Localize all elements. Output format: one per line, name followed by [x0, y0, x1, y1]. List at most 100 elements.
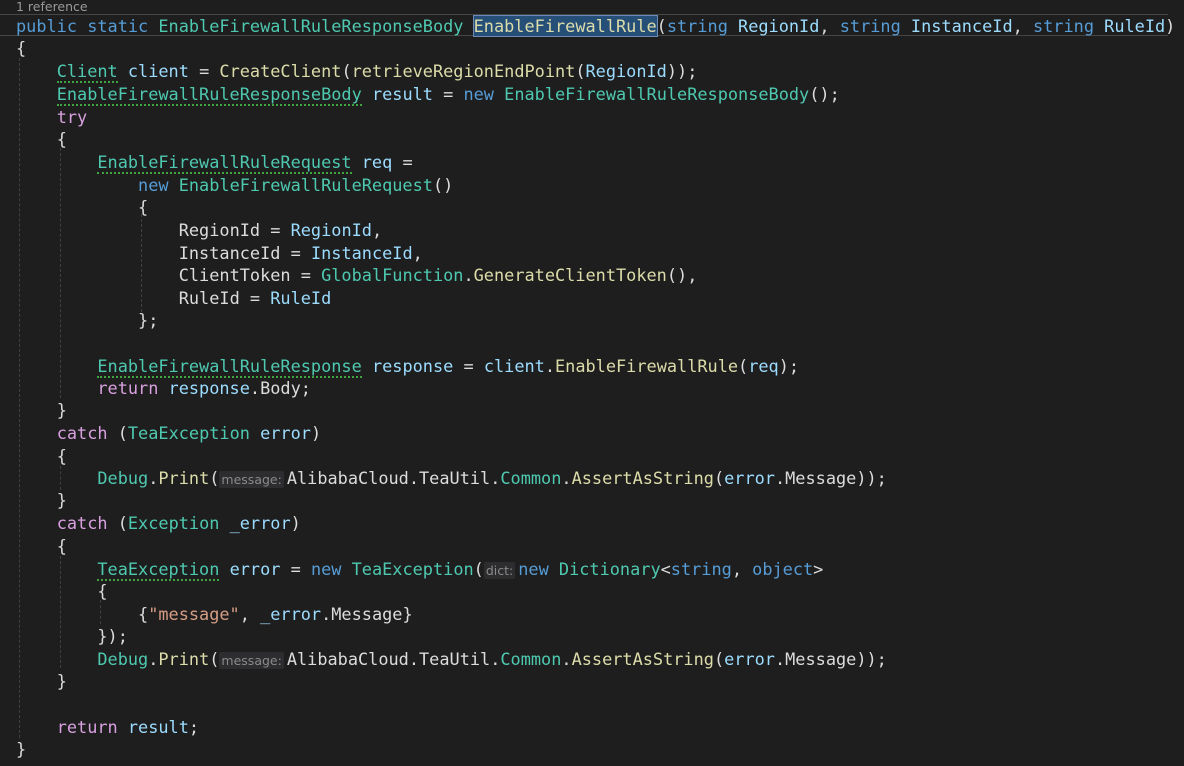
property: Message [331, 604, 403, 624]
variable: error [724, 649, 775, 669]
type-name: Debug [97, 468, 149, 488]
type-name: Common [500, 649, 562, 669]
keyword: string [1032, 16, 1094, 36]
code-line[interactable]: } [16, 399, 67, 421]
keyword: return [56, 717, 118, 737]
string-literal: "message" [148, 604, 240, 624]
code-line[interactable]: InstanceId = InstanceId, [16, 242, 423, 264]
code-line[interactable]: } [16, 738, 26, 760]
code-line[interactable]: Debug.Print(message: AlibabaCloud.TeaUtil… [16, 648, 887, 670]
variable: _error [260, 604, 322, 624]
code-line[interactable]: EnableFirewallRuleResponseBody result = … [16, 83, 840, 106]
code-line[interactable]: new EnableFirewallRuleRequest() [16, 174, 453, 196]
variable: result [371, 84, 433, 104]
code-line[interactable]: return response.Body; [16, 377, 311, 399]
parameter: RegionId [290, 220, 372, 240]
variable: req [748, 356, 779, 376]
namespace: TeaUtil [419, 649, 491, 669]
inlay-hint: dict: [483, 562, 516, 579]
keyword: new [310, 559, 342, 579]
code-line[interactable]: ClientToken = GlobalFunction.GenerateCli… [16, 264, 698, 286]
code-line[interactable]: Client client = CreateClient(retrieveReg… [16, 60, 697, 83]
type-name: Dictionary [558, 559, 661, 579]
code-line[interactable]: TeaException error = new TeaException(di… [16, 558, 823, 581]
keyword: catch [56, 423, 108, 443]
code-line-signature[interactable]: public static EnableFirewallRuleResponse… [0, 14, 1175, 37]
function-name: Print [158, 468, 210, 488]
property: RuleId [178, 288, 240, 308]
code-line[interactable]: } [16, 489, 67, 511]
parameter: RuleId [270, 288, 332, 308]
parameter: RegionId [738, 16, 820, 36]
code-line[interactable]: Debug.Print(message: AlibabaCloud.TeaUtil… [16, 467, 887, 489]
keyword: public [16, 16, 78, 36]
code-line[interactable]: { [16, 37, 26, 59]
keyword: string [839, 16, 901, 36]
code-line[interactable]: } [16, 670, 67, 692]
inlay-hint: message: [219, 471, 284, 488]
type-name: EnableFirewallRuleResponseBody [504, 84, 810, 104]
property: RegionId [178, 220, 261, 240]
variable: response [168, 378, 250, 398]
code-line[interactable]: try [16, 106, 88, 128]
code-line[interactable]: { [16, 128, 67, 150]
code-line[interactable]: { [16, 196, 148, 218]
parameter: RuleId [1104, 16, 1166, 36]
code-line[interactable]: }); [16, 625, 128, 647]
code-line[interactable]: }; [16, 309, 158, 331]
parameter: InstanceId [910, 16, 1013, 36]
type-name: TeaException [97, 559, 220, 581]
keyword: new [463, 84, 494, 104]
code-line[interactable]: RuleId = RuleId [16, 287, 332, 309]
keyword: new [138, 175, 169, 195]
keyword: object [752, 559, 814, 579]
function-name: GenerateClientToken [473, 265, 667, 285]
type-name: GlobalFunction [321, 265, 464, 285]
keyword: string [670, 559, 732, 579]
variable: client [127, 61, 189, 81]
keyword: try [56, 107, 88, 127]
function-name: AssertAsString [571, 468, 714, 488]
namespace: AlibabaCloud [286, 649, 409, 669]
type-name: EnableFirewallRuleResponseBody [56, 84, 362, 106]
code-line[interactable]: catch (TeaException error) [16, 422, 321, 444]
variable: client [483, 356, 545, 376]
code-line[interactable]: { [16, 580, 107, 602]
variable: error [229, 559, 281, 579]
type-name: TeaException [127, 423, 250, 443]
function-name: CreateClient [219, 61, 342, 81]
code-line[interactable]: return result; [16, 716, 199, 738]
type-name: Debug [97, 649, 149, 669]
property: Body [260, 378, 301, 398]
type-name: Exception [127, 513, 220, 533]
code-line[interactable]: { [16, 445, 67, 467]
code-line[interactable]: {"message", _error.Message} [16, 603, 413, 625]
code-line[interactable]: EnableFirewallRuleResponse response = cl… [16, 355, 799, 378]
codelens-references[interactable]: 1 reference [16, 0, 88, 14]
variable: _error [229, 513, 291, 533]
keyword: static [87, 16, 149, 36]
type-name: EnableFirewallRuleRequest [97, 152, 352, 174]
variable: error [724, 468, 775, 488]
namespace: AlibabaCloud [286, 468, 409, 488]
parameter: InstanceId [310, 243, 413, 263]
property: Message [785, 649, 857, 669]
code-line[interactable]: catch (Exception _error) [16, 512, 301, 534]
variable: response [371, 356, 454, 376]
namespace: TeaUtil [419, 468, 491, 488]
property: ClientToken [178, 265, 291, 285]
method-name-highlighted[interactable]: EnableFirewallRule [472, 15, 658, 37]
function-name: retrieveRegionEndPoint [351, 61, 576, 81]
type-name: EnableFirewallRuleResponse [97, 356, 362, 378]
function-name: Print [158, 649, 210, 669]
code-line[interactable]: EnableFirewallRuleRequest req = [16, 151, 413, 174]
code-line[interactable]: { [16, 535, 67, 557]
type-name: TeaException [351, 559, 474, 579]
type-name: EnableFirewallRuleRequest [178, 175, 433, 195]
code-line[interactable]: RegionId = RegionId, [16, 219, 382, 241]
variable: result [127, 717, 189, 737]
type-name: Client [56, 61, 118, 83]
inlay-hint: message: [219, 652, 284, 669]
property: Message [785, 468, 857, 488]
keyword: catch [56, 513, 108, 533]
